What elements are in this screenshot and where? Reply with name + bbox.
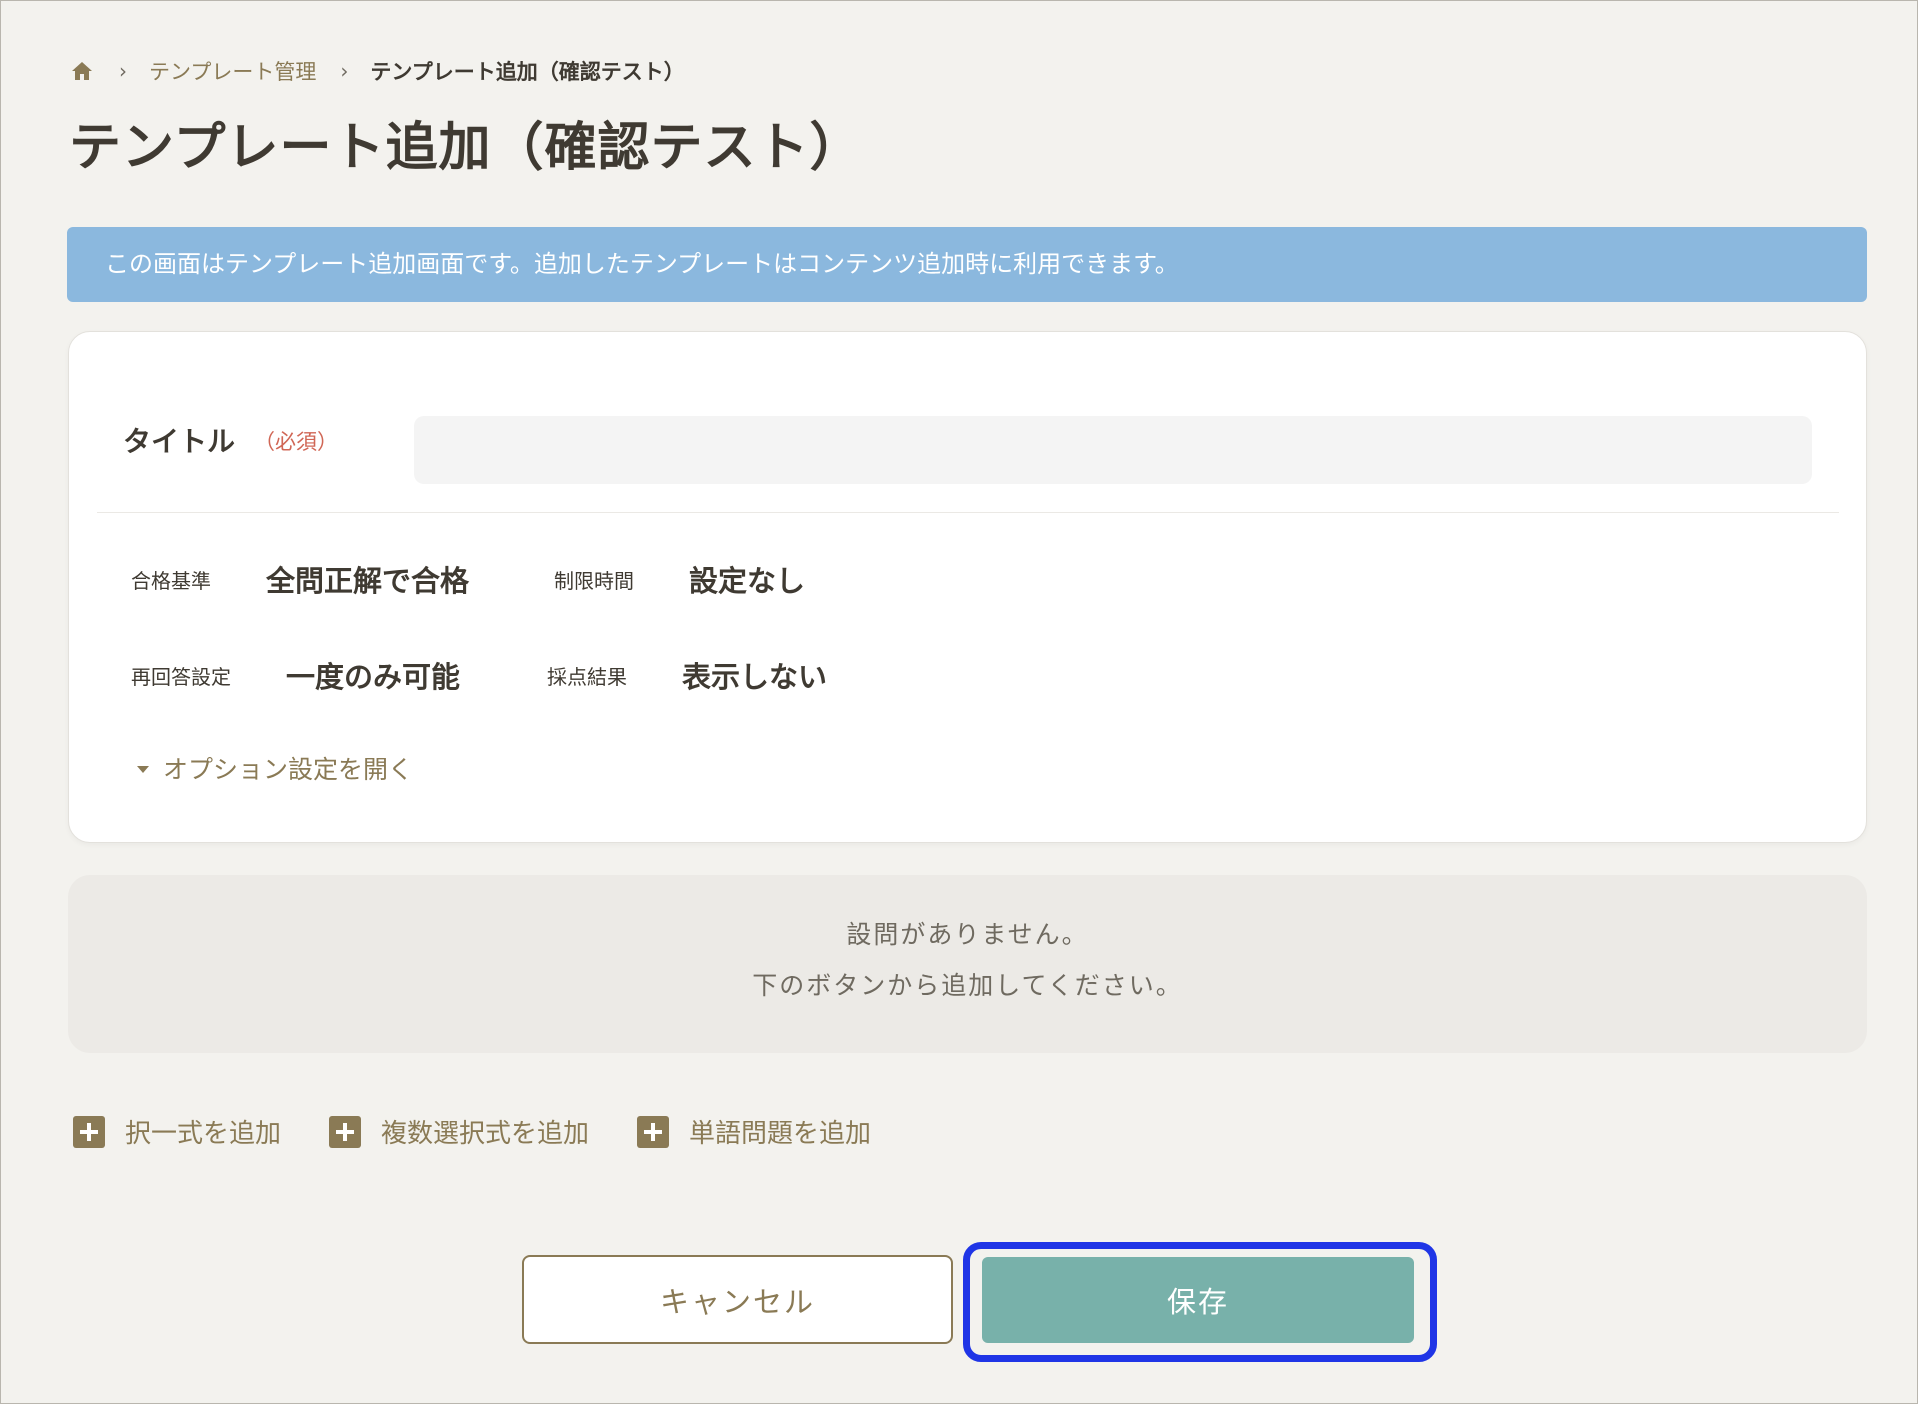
divider [97,512,1839,513]
reanswer-value[interactable]: 一度のみ可能 [286,654,460,696]
cancel-button[interactable]: キャンセル [522,1255,953,1344]
plus-square-icon [637,1115,669,1148]
home-icon[interactable] [69,58,95,84]
add-multiple-choice-label: 複数選択式を追加 [381,1119,590,1149]
title-label: タイトル [123,425,236,458]
title-input[interactable] [414,416,1812,484]
time-limit-value[interactable]: 設定なし [689,558,805,600]
plus-square-icon [73,1115,105,1148]
chevron-right-icon: › [119,59,127,83]
add-single-choice-label: 択一式を追加 [125,1119,282,1149]
breadcrumb-template-management[interactable]: テンプレート管理 [149,56,316,86]
open-options-label: オプション設定を開く [163,755,414,784]
pass-criteria-label: 合格基準 [131,569,211,593]
breadcrumb: › テンプレート管理 › テンプレート追加（確認テスト） [69,53,685,89]
breadcrumb-current: テンプレート追加（確認テスト） [370,60,685,84]
score-result-value[interactable]: 表示しない [682,654,827,696]
plus-square-icon [329,1115,361,1148]
title-row: タイトル （必須） [69,332,1866,512]
empty-questions-box: 設問がありません。 下のボタンから追加してください。 [68,875,1867,1053]
info-banner: この画面はテンプレート追加画面です。追加したテンプレートはコンテンツ追加時に利用… [67,227,1867,302]
pass-criteria-value[interactable]: 全問正解で合格 [266,558,469,600]
reanswer-label: 再回答設定 [131,665,231,689]
add-word-question-label: 単語問題を追加 [689,1119,872,1149]
open-options-toggle[interactable]: オプション設定を開く [137,750,413,786]
add-single-choice-button[interactable]: 択一式を追加 [73,1113,281,1150]
page-title: テンプレート追加（確認テスト） [69,118,863,178]
caret-down-icon [137,765,149,773]
empty-message-line2: 下のボタンから追加してください。 [752,971,1183,1000]
add-word-question-button[interactable]: 単語問題を追加 [637,1113,871,1150]
required-mark: （必須） [254,430,338,454]
chevron-right-icon: › [340,59,349,83]
save-button[interactable]: 保存 [982,1257,1414,1343]
time-limit-label: 制限時間 [554,569,634,593]
template-form-card: タイトル （必須） 合格基準 全問正解で合格 制限時間 設定なし 再回答設定 一… [68,331,1867,843]
score-result-label: 採点結果 [547,665,627,689]
add-multiple-choice-button[interactable]: 複数選択式を追加 [329,1113,589,1150]
empty-message-line1: 設問がありません。 [846,920,1089,949]
